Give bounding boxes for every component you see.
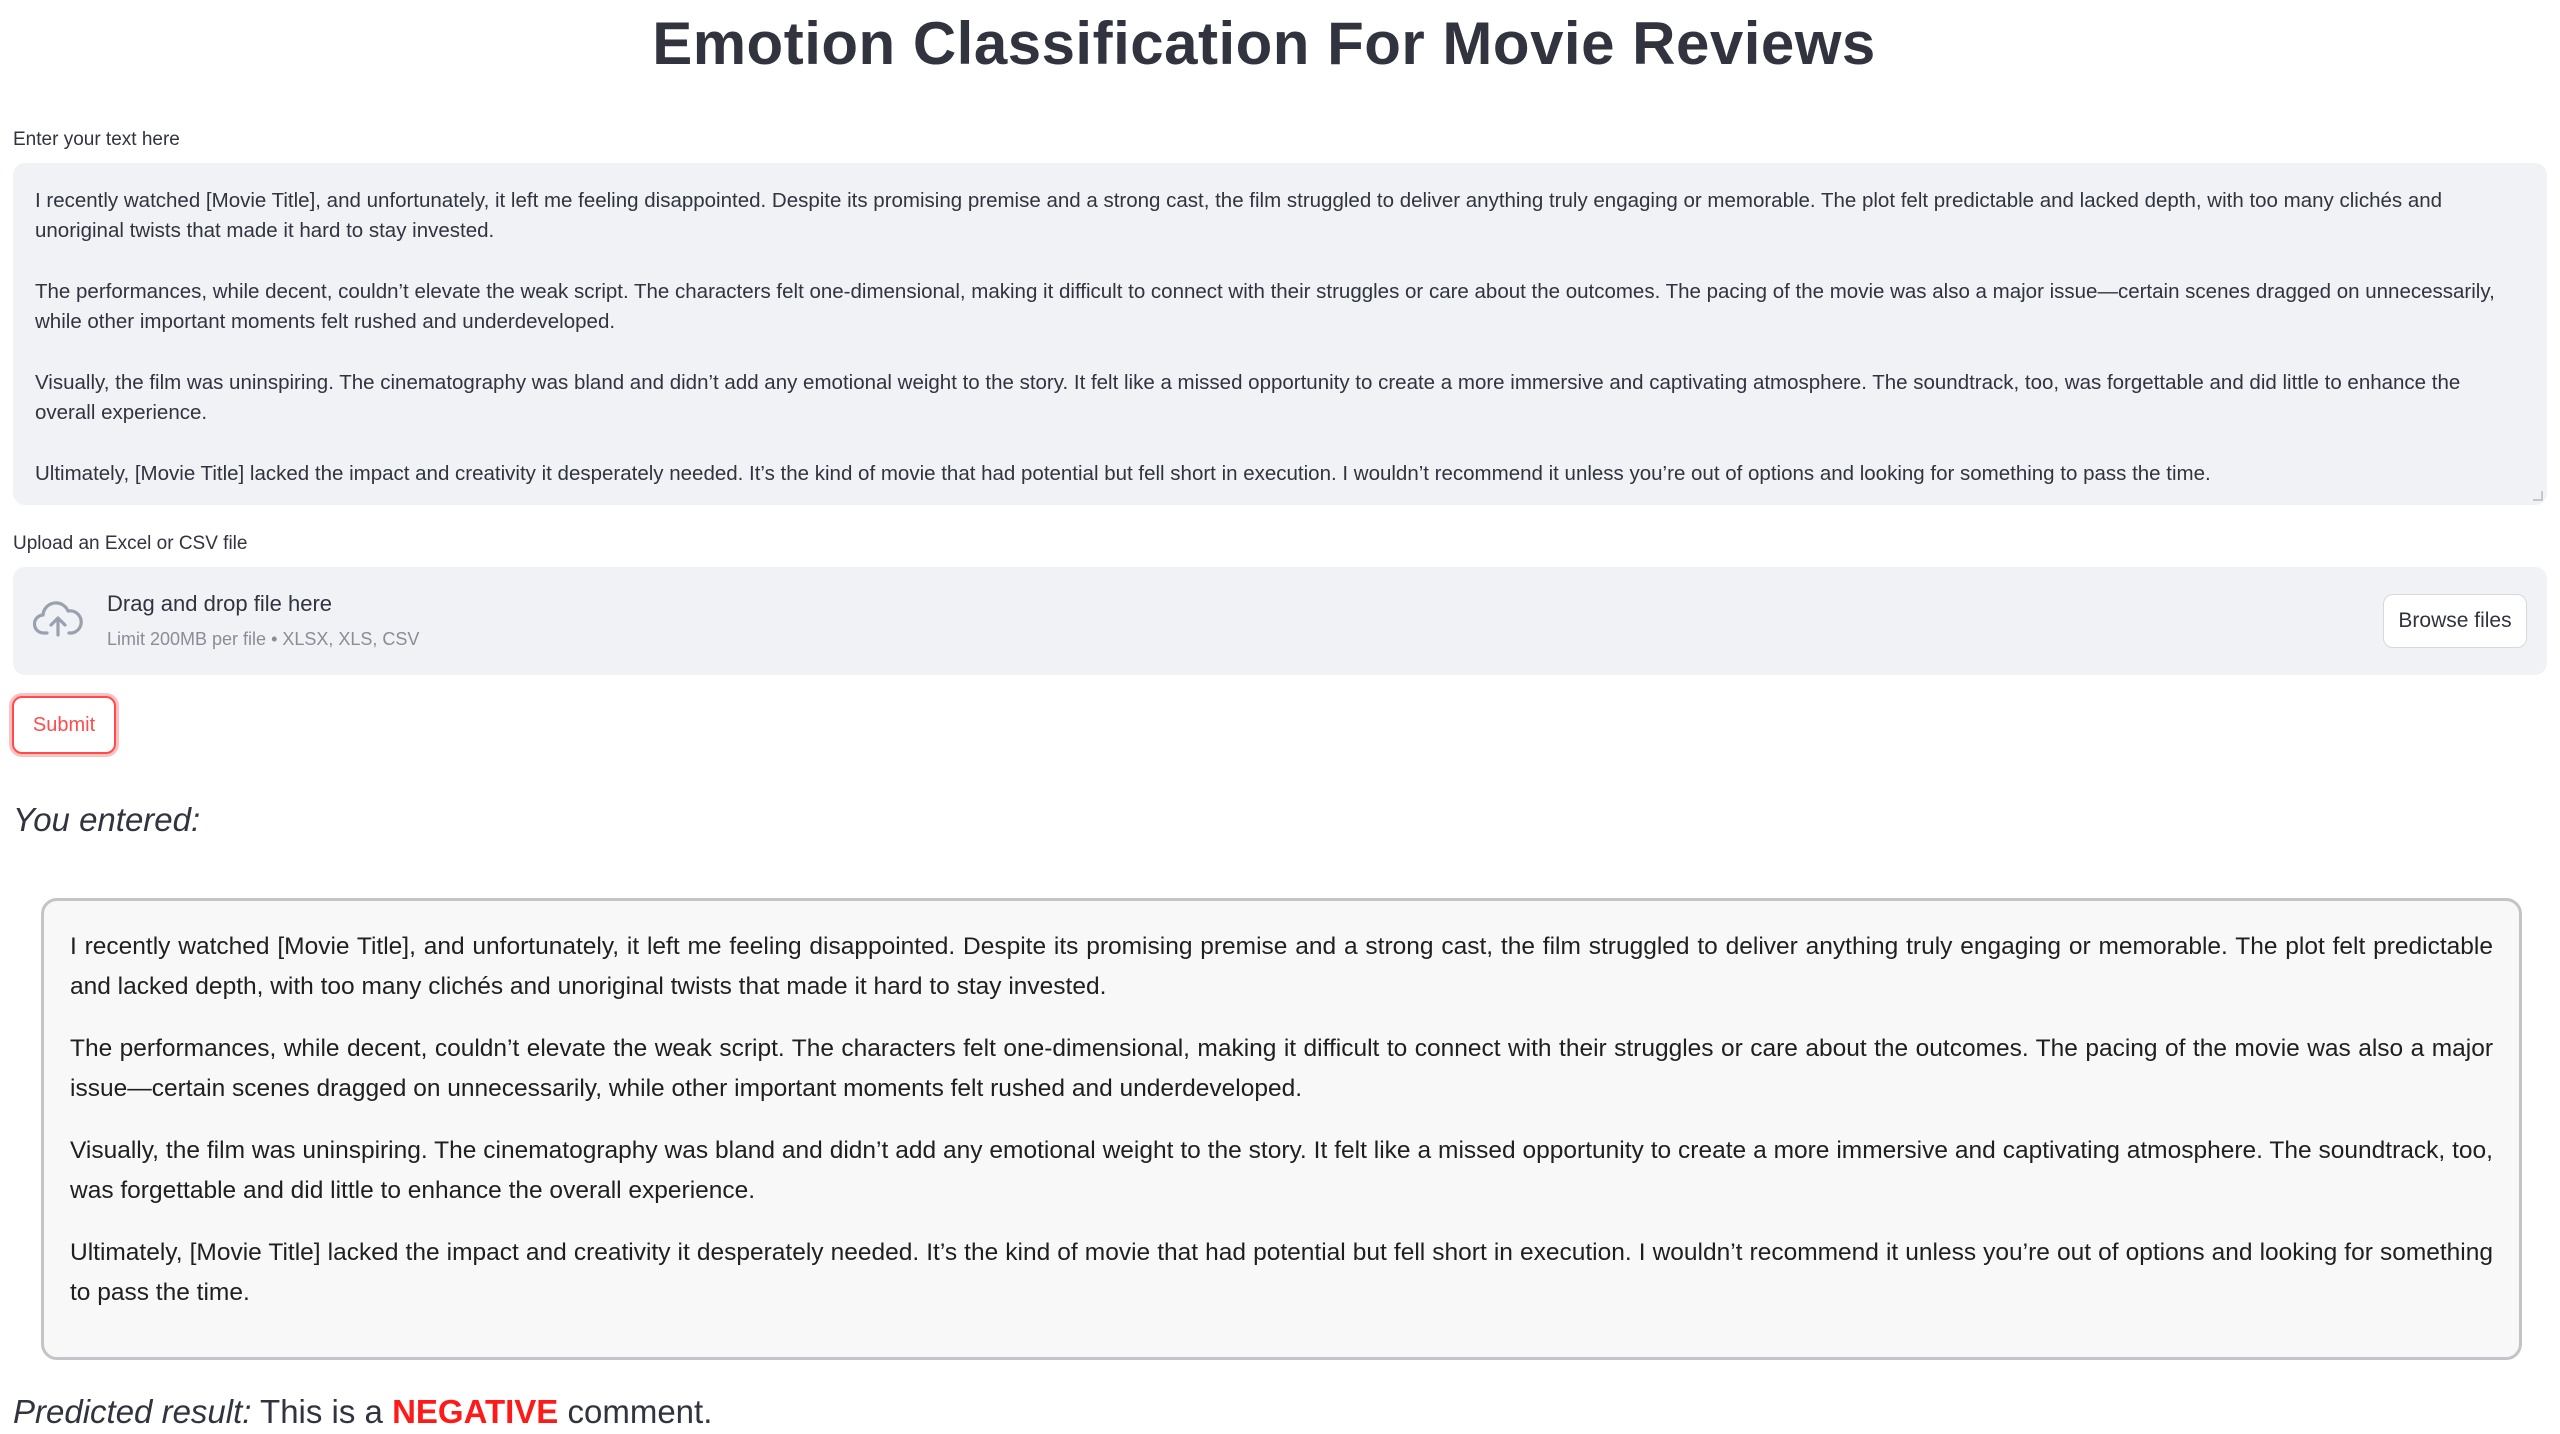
entered-paragraph: Ultimately, [Movie Title] lacked the imp…: [70, 1239, 2493, 1306]
prediction-prefix: This is a: [260, 1393, 383, 1430]
review-text-input[interactable]: I recently watched [Movie Title], and un…: [13, 163, 2547, 505]
dropzone-instructions: Drag and drop file here: [107, 591, 333, 616]
cloud-upload-icon: [33, 601, 83, 637]
input-paragraph: The performances, while decent, couldn’t…: [35, 280, 2495, 333]
prediction-value: NEGATIVE: [392, 1393, 559, 1430]
prediction-label: Predicted result:: [13, 1393, 252, 1430]
page-title: Emotion Classification For Movie Reviews: [652, 10, 1876, 77]
file-upload-label: Upload an Excel or CSV file: [13, 533, 248, 554]
resize-grip-icon[interactable]: [2533, 491, 2543, 501]
input-paragraph: Ultimately, [Movie Title] lacked the imp…: [35, 462, 2211, 485]
prediction-result: Predicted result: This is a NEGATIVE com…: [13, 1390, 712, 1434]
submit-button[interactable]: Submit: [12, 696, 116, 754]
entered-paragraph: I recently watched [Movie Title], and un…: [70, 933, 2493, 1000]
browse-files-button[interactable]: Browse files: [2383, 594, 2527, 648]
entered-text-box: I recently watched [Movie Title], and un…: [41, 898, 2522, 1360]
file-dropzone[interactable]: Drag and drop file here Limit 200MB per …: [13, 567, 2547, 675]
entered-heading: You entered:: [13, 801, 201, 838]
app-page: Emotion Classification For Movie Reviews…: [0, 0, 2560, 1434]
input-paragraph: Visually, the film was uninspiring. The …: [35, 371, 2461, 424]
dropzone-limit-text: Limit 200MB per file • XLSX, XLS, CSV: [107, 629, 420, 649]
prediction-suffix: comment.: [567, 1393, 713, 1430]
entered-paragraph: Visually, the film was uninspiring. The …: [70, 1137, 2493, 1204]
entered-paragraph: The performances, while decent, couldn’t…: [70, 1035, 2493, 1102]
input-paragraph: I recently watched [Movie Title], and un…: [35, 189, 2443, 242]
text-input-label: Enter your text here: [13, 129, 180, 150]
